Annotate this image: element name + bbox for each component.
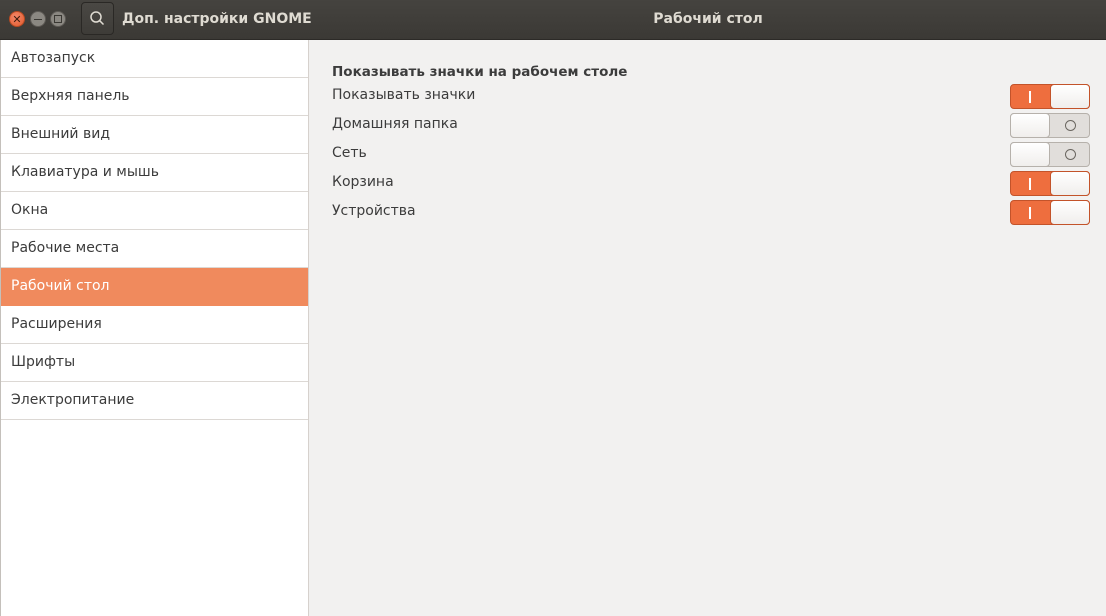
search-icon [90, 11, 105, 26]
setting-label: Устройства [332, 203, 416, 219]
setting-label: Сеть [332, 145, 367, 161]
sidebar-item-power[interactable]: Электропитание [1, 382, 308, 420]
app-title: Доп. настройки GNOME [122, 11, 312, 27]
close-window-button[interactable]: ✕ [9, 11, 25, 27]
home-folder-switch[interactable] [1010, 113, 1090, 138]
sidebar-item-windows[interactable]: Окна [1, 192, 308, 230]
sidebar-item-top-bar[interactable]: Верхняя панель [1, 78, 308, 116]
sidebar-item-fonts[interactable]: Шрифты [1, 344, 308, 382]
section-title: Показывать значки на рабочем столе [332, 64, 628, 80]
title-bar: ✕ Доп. настройки GNOME Рабочий стол [0, 0, 1106, 40]
search-button[interactable] [81, 2, 114, 35]
maximize-icon [54, 15, 62, 23]
tweaks-window: ✕ Доп. настройки GNOME Рабочий стол Авто… [0, 0, 1106, 616]
devices-switch[interactable] [1010, 200, 1090, 225]
switch-knob [1010, 142, 1050, 167]
switch-off-indicator-icon [1065, 149, 1076, 160]
switch-knob [1050, 200, 1090, 225]
sidebar-item-workspaces[interactable]: Рабочие места [1, 230, 308, 268]
setting-row-home-folder: Домашняя папка [332, 113, 1090, 138]
sidebar-item-desktop[interactable]: Рабочий стол [1, 268, 308, 306]
switch-knob [1050, 84, 1090, 109]
switch-off-indicator-icon [1065, 120, 1076, 131]
switch-knob [1010, 113, 1050, 138]
sidebar-item-autostart[interactable]: Автозапуск [1, 40, 308, 78]
switch-on-indicator-icon [1029, 91, 1031, 103]
switch-on-indicator-icon [1029, 207, 1031, 219]
sidebar-item-extensions[interactable]: Расширения [1, 306, 308, 344]
switch-on-indicator-icon [1029, 178, 1031, 190]
setting-row-network: Сеть [332, 142, 1090, 167]
show-icons-switch[interactable] [1010, 84, 1090, 109]
sidebar-item-keyboard-mouse[interactable]: Клавиатура и мышь [1, 154, 308, 192]
minimize-window-button[interactable] [30, 11, 46, 27]
setting-label: Корзина [332, 174, 394, 190]
network-switch[interactable] [1010, 142, 1090, 167]
main-panel: Показывать значки на рабочем столе Показ… [310, 40, 1106, 616]
setting-row-show-icons: Показывать значки [332, 84, 1090, 109]
switch-knob [1050, 171, 1090, 196]
close-icon: ✕ [12, 13, 22, 26]
setting-label: Показывать значки [332, 87, 476, 103]
maximize-window-button[interactable] [50, 11, 66, 27]
setting-row-devices: Устройства [332, 200, 1090, 225]
setting-label: Домашняя папка [332, 116, 458, 132]
setting-row-trash: Корзина [332, 171, 1090, 196]
page-title: Рабочий стол [653, 11, 763, 27]
sidebar: Автозапуск Верхняя панель Внешний вид Кл… [0, 40, 309, 616]
minimize-icon [34, 19, 42, 20]
sidebar-item-appearance[interactable]: Внешний вид [1, 116, 308, 154]
trash-switch[interactable] [1010, 171, 1090, 196]
